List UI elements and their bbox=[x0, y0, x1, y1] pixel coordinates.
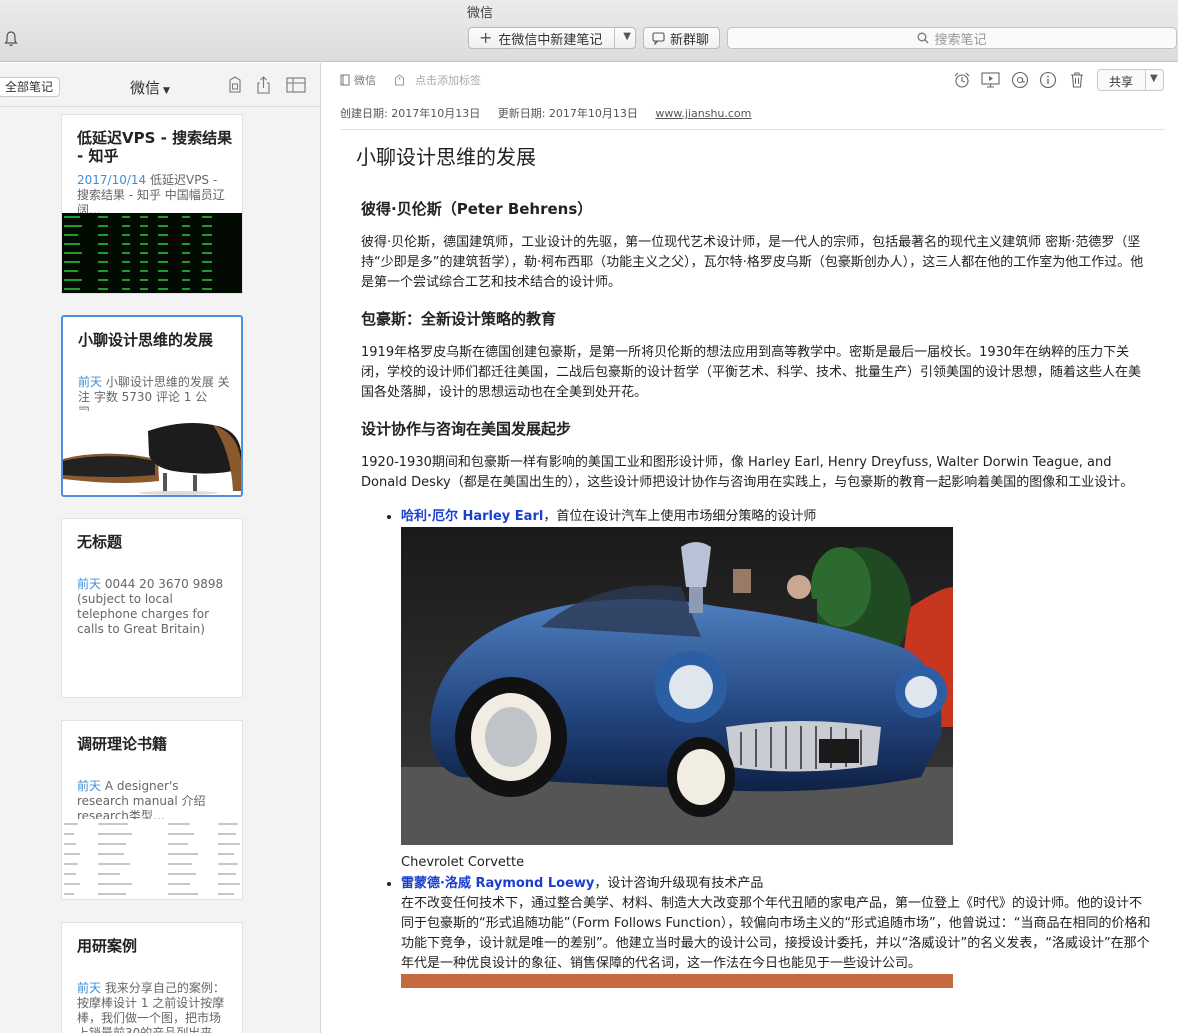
section-heading: 彼得·贝伦斯（Peter Behrens） bbox=[361, 200, 593, 218]
layout-icon[interactable] bbox=[286, 76, 306, 94]
image-caption: Chevrolet Corvette bbox=[401, 855, 525, 870]
note-card[interactable]: 低延迟VPS - 搜索结果 - 知乎 2017/10/14 低延迟VPS - 搜… bbox=[61, 114, 243, 294]
note-date: 2017/10/14 bbox=[77, 173, 147, 187]
note-title: 无标题 bbox=[77, 533, 123, 551]
paragraph: 1919年格罗皮乌斯在德国创建包豪斯，是第一所将贝伦斯的想法应用到高等教学中。密… bbox=[361, 345, 1142, 400]
paragraph: 1920-1930期间和包豪斯一样有影响的美国工业和图形设计师，像 Harley… bbox=[361, 455, 1134, 490]
trash-icon[interactable] bbox=[1069, 71, 1085, 89]
search-icon bbox=[918, 32, 929, 44]
list-item: 雷蒙德·洛威 Raymond Loewy，设计咨询升级现有技术产品 在不改变任何… bbox=[401, 874, 1151, 988]
notebook-picker[interactable]: 微信 bbox=[340, 72, 376, 88]
note-card[interactable]: 无标题 前天 0044 20 3670 9898 (subject to loc… bbox=[61, 518, 243, 698]
search-placeholder: 搜索笔记 bbox=[934, 32, 987, 48]
note-title: 调研理论书籍 bbox=[77, 735, 168, 753]
note-card[interactable]: 调研理论书籍 前天 A designer's research manual 介… bbox=[61, 720, 243, 900]
note-dates: 创建日期: 2017年10月13日 更新日期: 2017年10月13日 www.… bbox=[340, 105, 1165, 130]
new-note-label: 在微信中新建笔记 bbox=[498, 32, 603, 48]
reminder-icon[interactable] bbox=[228, 76, 242, 94]
note-thumbnail bbox=[62, 819, 242, 899]
note-title: 低延迟VPS - 搜索结果 - 知乎 bbox=[77, 129, 233, 165]
present-icon[interactable] bbox=[981, 71, 1000, 89]
note-editor: 微信 点击添加标签 共享 ▼ 创建日期: 2017年10月13日 更新日期: 2… bbox=[322, 63, 1178, 1033]
note-title[interactable]: 小聊设计思维的发展 bbox=[356, 141, 536, 170]
section-heading: 设计协作与咨询在美国发展起步 bbox=[361, 420, 572, 438]
harley-earl-link[interactable]: 哈利·厄尔 Harley Earl bbox=[401, 509, 543, 524]
share-button[interactable]: 共享 ▼ bbox=[1097, 69, 1164, 91]
notebook-selector[interactable]: 微信 ▼ bbox=[130, 77, 170, 98]
alarm-icon[interactable] bbox=[953, 71, 971, 89]
bell-icon[interactable] bbox=[4, 31, 18, 47]
new-chat-label: 新群聊 bbox=[670, 32, 710, 48]
chat-icon bbox=[652, 31, 665, 45]
notebook-icon bbox=[340, 74, 350, 86]
new-chat-button[interactable]: 新群聊 bbox=[643, 27, 720, 49]
mention-icon[interactable] bbox=[1011, 71, 1029, 89]
share-label: 共享 bbox=[1109, 75, 1134, 89]
updated-date: 更新日期: 2017年10月13日 bbox=[497, 107, 638, 120]
toolbar: 微信 + 在微信中新建笔记 ▼ 新群聊 搜索笔记 bbox=[0, 0, 1178, 62]
note-snippet: 前天 我来分享自己的案例：按摩棒设计 1 之前设计按摩棒，我们做一个图，把市场上… bbox=[77, 981, 225, 1033]
note-date: 前天 bbox=[77, 577, 102, 591]
source-url-link[interactable]: www.jianshu.com bbox=[655, 107, 751, 120]
paragraph: 彼得·贝伦斯，德国建筑师，工业设计的先驱，第一位现代艺术设计师，是一代人的宗师，… bbox=[361, 235, 1144, 290]
note-card[interactable]: 用研案例 前天 我来分享自己的案例：按摩棒设计 1 之前设计按摩棒，我们做一个图… bbox=[61, 922, 243, 1033]
section-heading: 包豪斯：全新设计策略的教育 bbox=[361, 310, 557, 328]
note-date: 前天 bbox=[77, 981, 102, 995]
paragraph: 在不改变任何技术下，通过整合美学、材料、制造大大改变那个年代丑陋的家电产品，第一… bbox=[401, 896, 1151, 971]
add-tag-placeholder: 点击添加标签 bbox=[415, 74, 481, 87]
note-date: 前天 bbox=[78, 375, 103, 389]
notebook-name: 微信 bbox=[130, 79, 161, 97]
note-title: 小聊设计思维的发展 bbox=[78, 331, 214, 349]
info-icon[interactable] bbox=[1039, 71, 1057, 89]
note-card-selected[interactable]: 小聊设计思维的发展 前天 小聊设计思维的发展 关注 字数 5730 评论 1 公… bbox=[61, 315, 243, 497]
corvette-image bbox=[401, 527, 953, 845]
search-input[interactable]: 搜索笔记 bbox=[727, 27, 1177, 49]
note-thumbnail bbox=[63, 411, 241, 495]
share-icon[interactable] bbox=[256, 76, 271, 94]
note-snippet: 前天 A designer's research manual 介绍resear… bbox=[77, 779, 206, 823]
designer-list: 哈利·厄尔 Harley Earl，首位在设计汽车上使用市场细分策略的设计师 bbox=[401, 507, 1151, 988]
created-date: 创建日期: 2017年10月13日 bbox=[340, 107, 481, 120]
chevron-down-icon: ▼ bbox=[163, 86, 170, 96]
all-notes-button[interactable]: 全部笔记 bbox=[0, 77, 61, 97]
note-title: 用研案例 bbox=[77, 937, 138, 955]
chevron-down-icon[interactable]: ▼ bbox=[1150, 73, 1158, 84]
add-tag-field[interactable]: 点击添加标签 bbox=[394, 72, 481, 88]
note-date: 前天 bbox=[77, 779, 102, 793]
notebook-label: 微信 bbox=[354, 74, 376, 87]
sidebar-header: 全部笔记 微信 ▼ bbox=[0, 63, 320, 107]
next-image-top bbox=[401, 974, 953, 988]
plus-icon: + bbox=[479, 28, 493, 47]
note-list-sidebar: 全部笔记 微信 ▼ 低延迟VPS - 搜索结果 - 知乎 2017/10/14 低… bbox=[0, 63, 321, 1033]
chevron-down-icon[interactable]: ▼ bbox=[623, 31, 631, 42]
note-snippet: 前天 0044 20 3670 9898 (subject to local t… bbox=[77, 577, 224, 636]
note-meta-bar: 微信 点击添加标签 bbox=[340, 72, 481, 88]
new-note-button[interactable]: + 在微信中新建笔记 ▼ bbox=[468, 27, 636, 49]
note-snippet: 2017/10/14 低延迟VPS - 搜索结果 - 知乎 中国幅员辽阔… bbox=[77, 173, 225, 217]
raymond-loewy-link[interactable]: 雷蒙德·洛威 Raymond Loewy bbox=[401, 876, 594, 891]
window-title: 微信 bbox=[466, 6, 493, 21]
note-body[interactable]: 彼得·贝伦斯（Peter Behrens） 彼得·贝伦斯，德国建筑师，工业设计的… bbox=[361, 199, 1151, 988]
tag-icon bbox=[395, 74, 404, 86]
list-item: 哈利·厄尔 Harley Earl，首位在设计汽车上使用市场细分策略的设计师 bbox=[401, 507, 1151, 874]
note-thumbnail bbox=[62, 213, 242, 293]
